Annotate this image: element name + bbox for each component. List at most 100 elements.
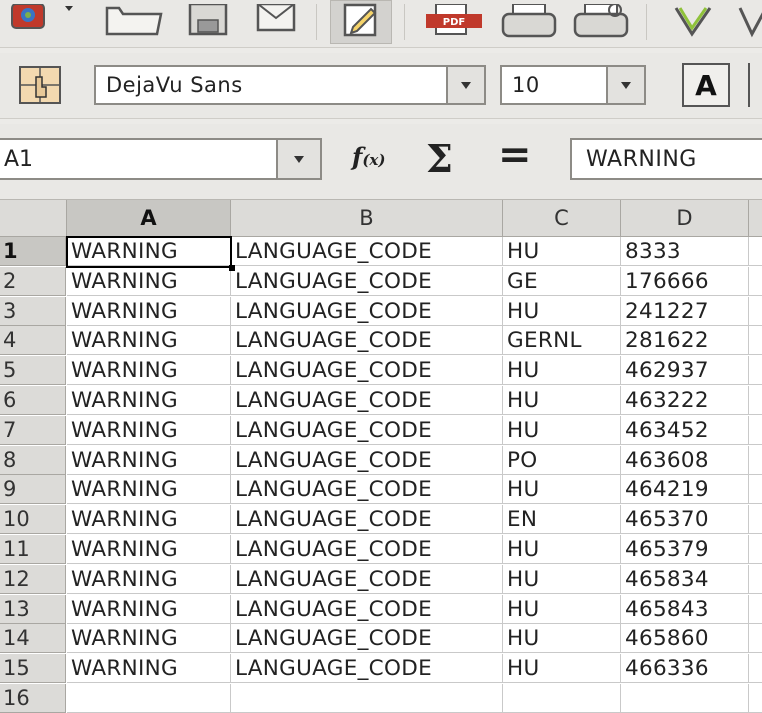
row-header[interactable]: 7	[0, 416, 66, 445]
cell-c[interactable]: HU	[503, 237, 621, 266]
cell-c[interactable]: HU	[503, 624, 621, 653]
cell-c[interactable]: HU	[503, 654, 621, 683]
print-icon[interactable]	[496, 0, 562, 44]
cell-b[interactable]: LANGUAGE_CODE	[231, 446, 503, 475]
fill-handle[interactable]	[229, 265, 235, 271]
spellcheck-icon[interactable]	[660, 0, 726, 44]
next-toolbar-button[interactable]	[748, 63, 762, 107]
row-header[interactable]: 3	[0, 297, 66, 326]
autospellcheck-icon[interactable]	[734, 0, 762, 44]
cell-b[interactable]: LANGUAGE_CODE	[231, 416, 503, 445]
row-header[interactable]: 11	[0, 535, 66, 564]
row-header[interactable]: 16	[0, 684, 66, 713]
row-header[interactable]: 10	[0, 505, 66, 534]
cell-b[interactable]: LANGUAGE_CODE	[231, 505, 503, 534]
cell-c[interactable]: HU	[503, 356, 621, 385]
cell-d[interactable]: 465370	[621, 505, 749, 534]
row-header[interactable]: 12	[0, 565, 66, 594]
cell-e[interactable]	[749, 386, 762, 415]
cell-c[interactable]: EN	[503, 505, 621, 534]
row-header[interactable]: 4	[0, 326, 66, 355]
cell-c[interactable]: HU	[503, 535, 621, 564]
cell-b[interactable]	[231, 684, 503, 713]
row-header[interactable]: 1	[0, 237, 66, 266]
cell-a[interactable]: WARNING	[67, 446, 231, 475]
cell-a[interactable]: WARNING	[67, 386, 231, 415]
cell-c[interactable]	[503, 684, 621, 713]
cell-d[interactable]: 465379	[621, 535, 749, 564]
cell-e[interactable]	[749, 326, 762, 355]
save-icon[interactable]	[182, 0, 234, 44]
name-box-dropdown[interactable]	[278, 138, 322, 180]
row-header[interactable]: 8	[0, 446, 66, 475]
cell-a[interactable]: WARNING	[67, 416, 231, 445]
cell-b[interactable]: LANGUAGE_CODE	[231, 535, 503, 564]
cell-b[interactable]: LANGUAGE_CODE	[231, 475, 503, 504]
cell-c[interactable]: GE	[503, 267, 621, 296]
cell-a[interactable]: WARNING	[67, 356, 231, 385]
cell-c[interactable]: GERNL	[503, 326, 621, 355]
cell-e[interactable]	[749, 684, 762, 713]
column-header-d[interactable]: D	[621, 200, 749, 237]
cell-b[interactable]: LANGUAGE_CODE	[231, 595, 503, 624]
cell-b[interactable]: LANGUAGE_CODE	[231, 326, 503, 355]
cell-b[interactable]: LANGUAGE_CODE	[231, 237, 503, 266]
cell-a[interactable]: WARNING	[67, 326, 231, 355]
cell-e[interactable]	[749, 475, 762, 504]
cell-c[interactable]: HU	[503, 565, 621, 594]
font-size-dropdown[interactable]	[606, 65, 646, 105]
row-header[interactable]: 5	[0, 356, 66, 385]
new-document-icon[interactable]	[0, 0, 56, 44]
cell-c[interactable]: HU	[503, 475, 621, 504]
cell-d[interactable]: 176666	[621, 267, 749, 296]
row-header[interactable]: 15	[0, 654, 66, 683]
cell-c[interactable]: HU	[503, 595, 621, 624]
cell-d[interactable]: 464219	[621, 475, 749, 504]
formula-input[interactable]: WARNING	[570, 138, 762, 180]
cell-d[interactable]: 465843	[621, 595, 749, 624]
font-size-field[interactable]: 10	[500, 65, 606, 105]
cell-b[interactable]: LANGUAGE_CODE	[231, 624, 503, 653]
column-header-b[interactable]: B	[231, 200, 503, 237]
cell-d[interactable]: 462937	[621, 356, 749, 385]
sum-button[interactable]: Σ	[426, 136, 453, 181]
function-wizard-button[interactable]: f(x)	[352, 142, 385, 171]
cell-e[interactable]	[749, 505, 762, 534]
cell-a[interactable]: WARNING	[67, 565, 231, 594]
cell-e[interactable]	[749, 237, 762, 266]
cell-d[interactable]: 281622	[621, 326, 749, 355]
cell-c[interactable]: PO	[503, 446, 621, 475]
cell-e[interactable]	[749, 595, 762, 624]
cell-a[interactable]: WARNING	[67, 475, 231, 504]
cell-d[interactable]: 241227	[621, 297, 749, 326]
column-header-c[interactable]: C	[503, 200, 621, 237]
cell-b[interactable]: LANGUAGE_CODE	[231, 654, 503, 683]
cell-e[interactable]	[749, 535, 762, 564]
name-box[interactable]: A1	[0, 138, 278, 180]
open-folder-icon[interactable]	[100, 0, 166, 44]
new-dropdown-icon[interactable]	[62, 0, 76, 44]
styles-icon[interactable]	[16, 65, 64, 105]
cell-a[interactable]: WARNING	[67, 237, 231, 266]
print-preview-icon[interactable]	[568, 0, 634, 44]
cell-e[interactable]	[749, 267, 762, 296]
export-pdf-icon[interactable]: PDF	[418, 0, 490, 44]
cell-e[interactable]	[749, 654, 762, 683]
row-header[interactable]: 13	[0, 595, 66, 624]
cell-b[interactable]: LANGUAGE_CODE	[231, 565, 503, 594]
cell-d[interactable]: 8333	[621, 237, 749, 266]
select-all-corner[interactable]	[0, 200, 67, 237]
row-header[interactable]: 9	[0, 475, 66, 504]
cell-b[interactable]: LANGUAGE_CODE	[231, 386, 503, 415]
cell-d[interactable]: 463608	[621, 446, 749, 475]
cell-d[interactable]: 465834	[621, 565, 749, 594]
cell-a[interactable]: WARNING	[67, 595, 231, 624]
row-header[interactable]: 6	[0, 386, 66, 415]
row-header[interactable]: 2	[0, 267, 66, 296]
cell-c[interactable]: HU	[503, 416, 621, 445]
cell-b[interactable]: LANGUAGE_CODE	[231, 297, 503, 326]
edit-file-icon[interactable]	[330, 0, 392, 44]
cell-a[interactable]: WARNING	[67, 297, 231, 326]
cell-b[interactable]: LANGUAGE_CODE	[231, 356, 503, 385]
cell-e[interactable]	[749, 416, 762, 445]
